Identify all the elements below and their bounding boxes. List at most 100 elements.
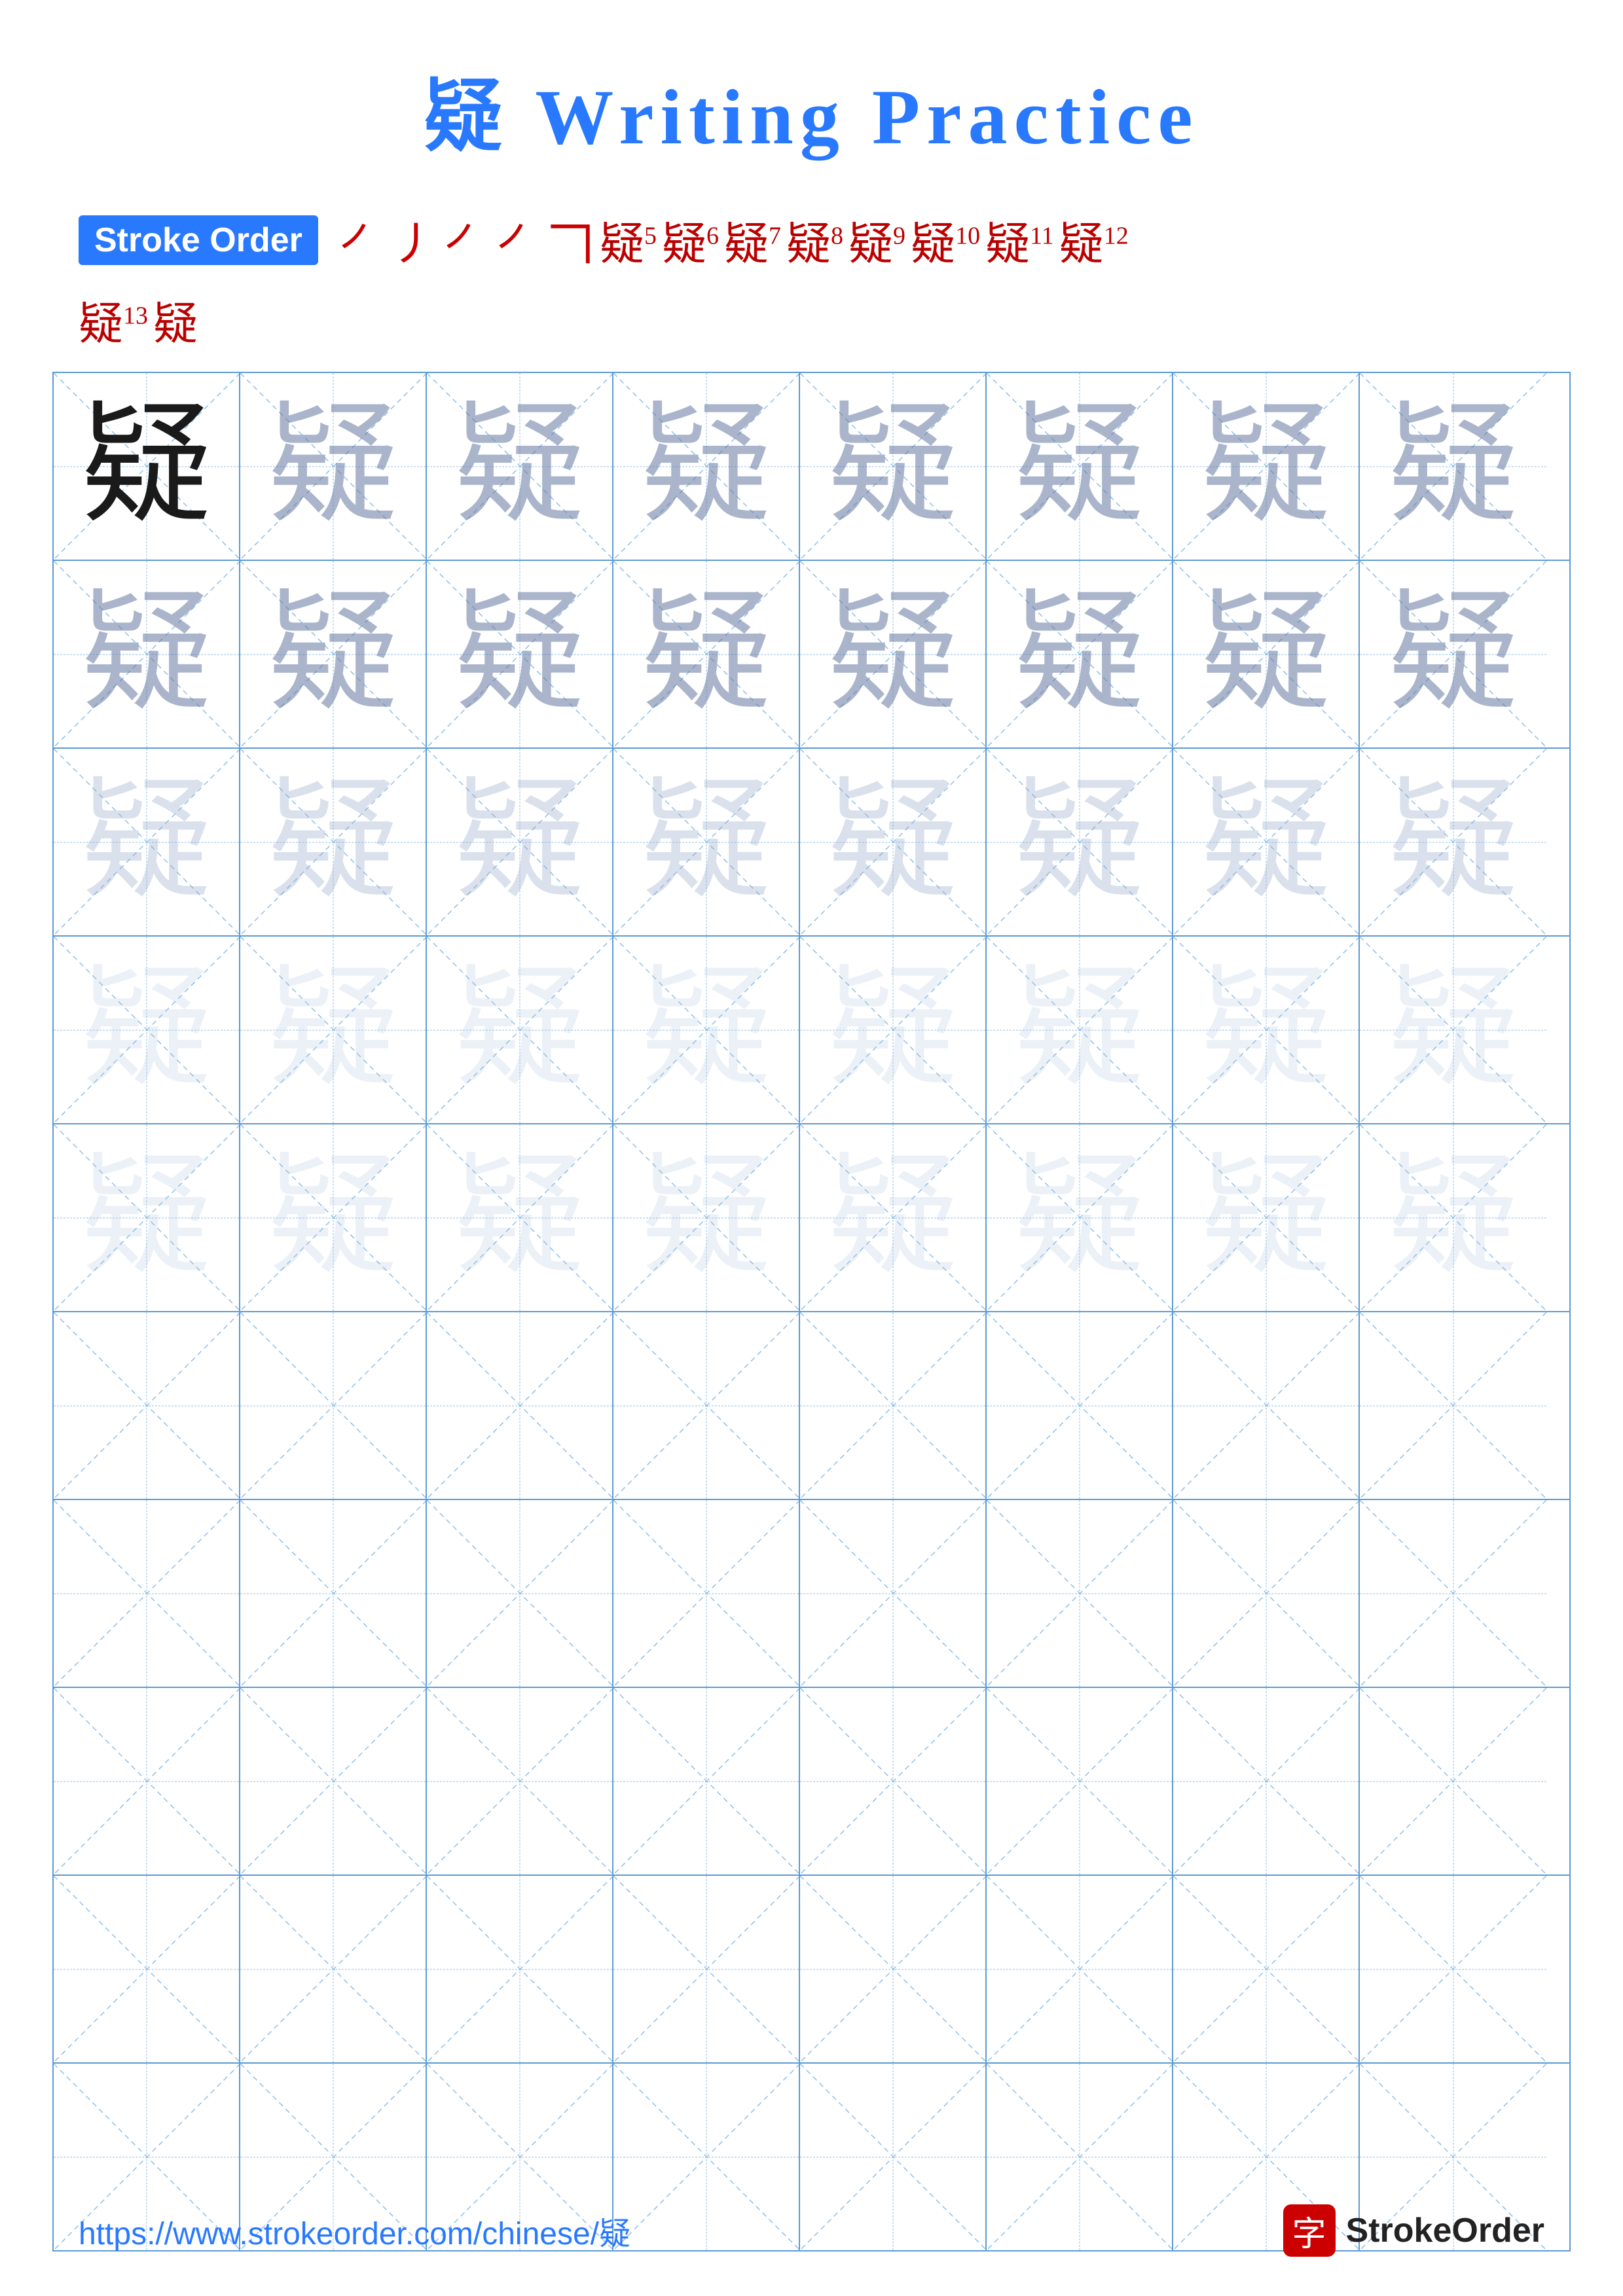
grid-cell-8-2[interactable] — [240, 1688, 427, 1874]
grid-cell-1-2[interactable]: 疑 — [240, 373, 427, 560]
grid-cell-7-5[interactable] — [800, 1500, 987, 1687]
grid-cell-9-1[interactable] — [54, 1876, 240, 2062]
char-practice: 疑 — [1013, 589, 1144, 720]
grid-cell-7-6[interactable] — [987, 1500, 1173, 1687]
stroke-sequence: ㇒ ㇓ ㇒ ㇒ 𠃍 疑5 疑6 疑7 疑8 疑9 疑10 疑11 疑12 — [338, 206, 1129, 274]
grid-cell-1-5[interactable]: 疑 — [800, 373, 987, 560]
grid-cell-1-6[interactable]: 疑 — [987, 373, 1173, 560]
char-practice: 疑 — [267, 401, 398, 532]
grid-cell-5-1[interactable]: 疑 — [54, 1124, 240, 1311]
grid-cell-8-6[interactable] — [987, 1688, 1173, 1874]
grid-cell-3-3[interactable]: 疑 — [427, 749, 613, 935]
grid-cell-7-3[interactable] — [427, 1500, 613, 1687]
practice-grid: 疑 疑 疑 疑 疑 疑 疑 疑 — [52, 372, 1571, 2251]
char-practice: 疑 — [454, 589, 585, 720]
grid-cell-4-5[interactable]: 疑 — [800, 937, 987, 1123]
grid-cell-8-5[interactable] — [800, 1688, 987, 1874]
char-practice: 疑 — [1200, 1153, 1331, 1283]
char-practice: 疑 — [267, 777, 398, 908]
grid-cell-4-4[interactable]: 疑 — [613, 937, 800, 1123]
stroke-14: 疑13 — [79, 287, 148, 352]
grid-cell-6-8[interactable] — [1360, 1312, 1546, 1499]
grid-cell-4-6[interactable]: 疑 — [987, 937, 1173, 1123]
grid-cell-6-2[interactable] — [240, 1312, 427, 1499]
grid-cell-8-1[interactable] — [54, 1688, 240, 1874]
grid-cell-5-8[interactable]: 疑 — [1360, 1124, 1546, 1311]
char-practice: 疑 — [827, 1153, 958, 1283]
grid-cell-2-7[interactable]: 疑 — [1173, 561, 1360, 747]
char-practice: 疑 — [640, 401, 771, 532]
char-practice: 疑 — [1013, 777, 1144, 908]
grid-cell-9-4[interactable] — [613, 1876, 800, 2062]
stroke-7: 疑6 — [662, 207, 719, 272]
grid-cell-3-8[interactable]: 疑 — [1360, 749, 1546, 935]
grid-cell-4-3[interactable]: 疑 — [427, 937, 613, 1123]
grid-cell-5-2[interactable]: 疑 — [240, 1124, 427, 1311]
grid-cell-9-7[interactable] — [1173, 1876, 1360, 2062]
grid-cell-6-4[interactable] — [613, 1312, 800, 1499]
grid-row-9 — [54, 1876, 1569, 2064]
char-practice: 疑 — [81, 777, 211, 908]
grid-cell-7-2[interactable] — [240, 1500, 427, 1687]
char-practice: 疑 — [1200, 777, 1331, 908]
grid-cell-5-7[interactable]: 疑 — [1173, 1124, 1360, 1311]
grid-cell-5-3[interactable]: 疑 — [427, 1124, 613, 1311]
grid-cell-9-2[interactable] — [240, 1876, 427, 2062]
grid-cell-6-1[interactable] — [54, 1312, 240, 1499]
grid-cell-9-6[interactable] — [987, 1876, 1173, 2062]
grid-cell-8-4[interactable] — [613, 1688, 800, 1874]
grid-cell-8-8[interactable] — [1360, 1688, 1546, 1874]
char-practice: 疑 — [640, 965, 771, 1096]
grid-cell-1-1[interactable]: 疑 — [54, 373, 240, 560]
grid-cell-2-8[interactable]: 疑 — [1360, 561, 1546, 747]
grid-cell-1-4[interactable]: 疑 — [613, 373, 800, 560]
grid-cell-4-8[interactable]: 疑 — [1360, 937, 1546, 1123]
grid-cell-3-4[interactable]: 疑 — [613, 749, 800, 935]
grid-cell-2-5[interactable]: 疑 — [800, 561, 987, 747]
grid-cell-3-7[interactable]: 疑 — [1173, 749, 1360, 935]
stroke-order-badge: Stroke Order — [79, 215, 318, 265]
grid-cell-7-8[interactable] — [1360, 1500, 1546, 1687]
grid-cell-1-7[interactable]: 疑 — [1173, 373, 1360, 560]
grid-cell-2-3[interactable]: 疑 — [427, 561, 613, 747]
stroke-order-section: Stroke Order ㇒ ㇓ ㇒ ㇒ 𠃍 疑5 疑6 疑7 疑8 疑9 疑1… — [79, 206, 1544, 274]
grid-cell-2-6[interactable]: 疑 — [987, 561, 1173, 747]
char-practice: 疑 — [827, 589, 958, 720]
grid-cell-6-7[interactable] — [1173, 1312, 1360, 1499]
grid-cell-8-3[interactable] — [427, 1688, 613, 1874]
grid-cell-4-2[interactable]: 疑 — [240, 937, 427, 1123]
grid-cell-5-4[interactable]: 疑 — [613, 1124, 800, 1311]
grid-cell-9-8[interactable] — [1360, 1876, 1546, 2062]
grid-cell-4-1[interactable]: 疑 — [54, 937, 240, 1123]
grid-cell-1-3[interactable]: 疑 — [427, 373, 613, 560]
footer-url[interactable]: https://www.strokeorder.com/chinese/疑 — [79, 2208, 630, 2253]
grid-cell-5-5[interactable]: 疑 — [800, 1124, 987, 1311]
grid-cell-6-6[interactable] — [987, 1312, 1173, 1499]
grid-cell-3-6[interactable]: 疑 — [987, 749, 1173, 935]
grid-cell-9-3[interactable] — [427, 1876, 613, 2062]
grid-cell-6-3[interactable] — [427, 1312, 613, 1499]
grid-cell-3-5[interactable]: 疑 — [800, 749, 987, 935]
stroke-9: 疑8 — [786, 207, 843, 272]
char-practice: 疑 — [454, 1153, 585, 1283]
stroke-13: 疑12 — [1059, 207, 1129, 272]
grid-cell-4-7[interactable]: 疑 — [1173, 937, 1360, 1123]
brand-name: StrokeOrder — [1346, 2211, 1544, 2250]
grid-cell-2-1[interactable]: 疑 — [54, 561, 240, 747]
grid-cell-7-7[interactable] — [1173, 1500, 1360, 1687]
char-practice: 疑 — [81, 965, 211, 1096]
grid-cell-9-5[interactable] — [800, 1876, 987, 2062]
grid-cell-7-4[interactable] — [613, 1500, 800, 1687]
char-practice: 疑 — [1013, 965, 1144, 1096]
grid-cell-5-6[interactable]: 疑 — [987, 1124, 1173, 1311]
grid-cell-1-8[interactable]: 疑 — [1360, 373, 1546, 560]
stroke-8: 疑7 — [724, 207, 781, 272]
grid-cell-7-1[interactable] — [54, 1500, 240, 1687]
grid-cell-8-7[interactable] — [1173, 1688, 1360, 1874]
grid-cell-2-2[interactable]: 疑 — [240, 561, 427, 747]
grid-cell-2-4[interactable]: 疑 — [613, 561, 800, 747]
grid-cell-3-1[interactable]: 疑 — [54, 749, 240, 935]
grid-cell-6-5[interactable] — [800, 1312, 987, 1499]
grid-cell-3-2[interactable]: 疑 — [240, 749, 427, 935]
stroke-2: ㇓ — [390, 206, 437, 274]
